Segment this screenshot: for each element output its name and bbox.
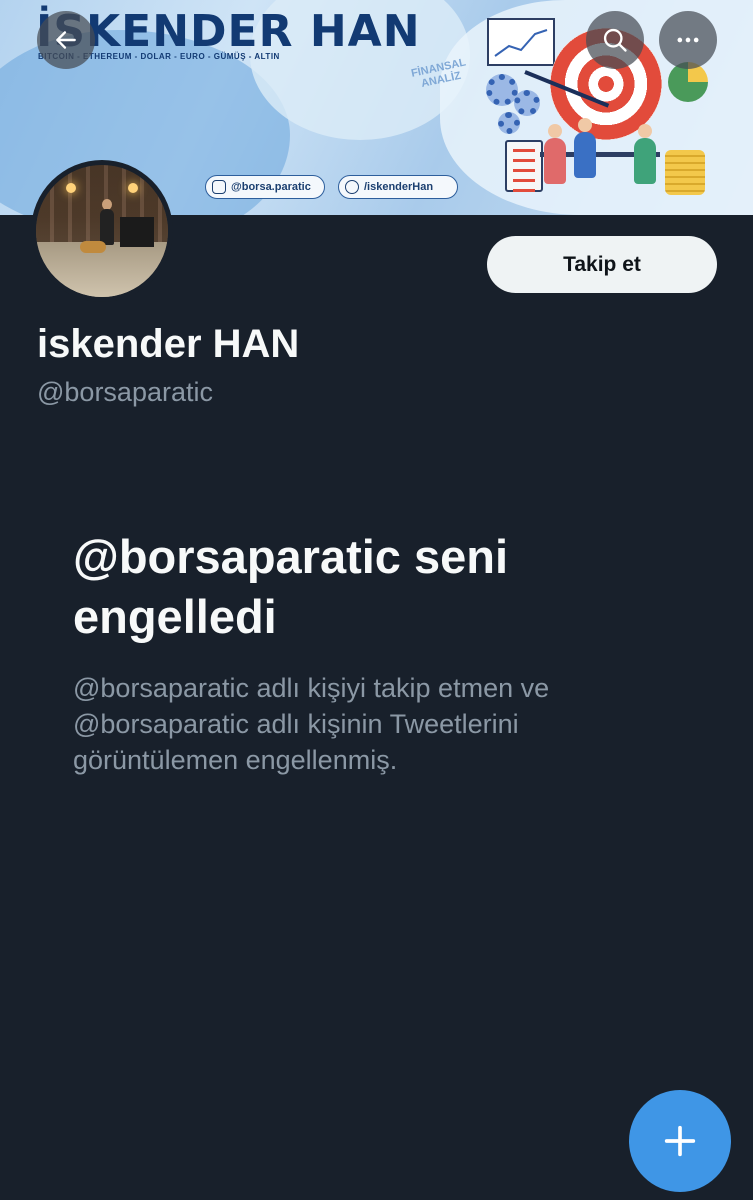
person-head <box>638 124 652 138</box>
compose-tweet-button[interactable] <box>629 1090 731 1192</box>
person-head <box>548 124 562 138</box>
person-illustration <box>574 132 596 178</box>
follow-button[interactable]: Takip et <box>487 236 717 293</box>
plus-icon <box>664 1125 696 1157</box>
telegram-handle: /iskenderHan <box>364 181 434 193</box>
person-illustration <box>634 138 656 184</box>
telegram-badge: /iskenderHan <box>338 175 458 199</box>
blocked-description: @borsaparatic adlı kişiyi takip etmen ve… <box>73 673 550 775</box>
instagram-icon <box>212 180 226 194</box>
search-icon <box>603 28 627 52</box>
gear-icon <box>498 112 520 134</box>
instagram-handle: @borsa.paratic <box>231 181 311 193</box>
gear-icon <box>514 90 540 116</box>
more-options-button[interactable] <box>659 11 717 69</box>
avatar-image <box>36 165 168 297</box>
search-button[interactable] <box>586 11 644 69</box>
instagram-badge: @borsa.paratic <box>205 175 325 199</box>
avatar[interactable] <box>31 160 173 302</box>
coins-illustration <box>665 150 705 195</box>
person-head <box>578 118 592 132</box>
arrow-left-icon <box>56 31 76 49</box>
telegram-icon <box>345 180 359 194</box>
person-illustration <box>544 138 566 184</box>
display-name: iskender HAN <box>37 322 300 366</box>
more-horizontal-icon <box>677 37 699 43</box>
checklist-illustration <box>505 140 543 192</box>
blocked-title: @borsaparatic seni engelledi <box>73 530 509 643</box>
chart-board-illustration <box>487 18 555 66</box>
back-button[interactable] <box>37 11 95 69</box>
line-chart-icon <box>494 29 548 57</box>
user-handle: @borsaparatic <box>37 377 213 407</box>
